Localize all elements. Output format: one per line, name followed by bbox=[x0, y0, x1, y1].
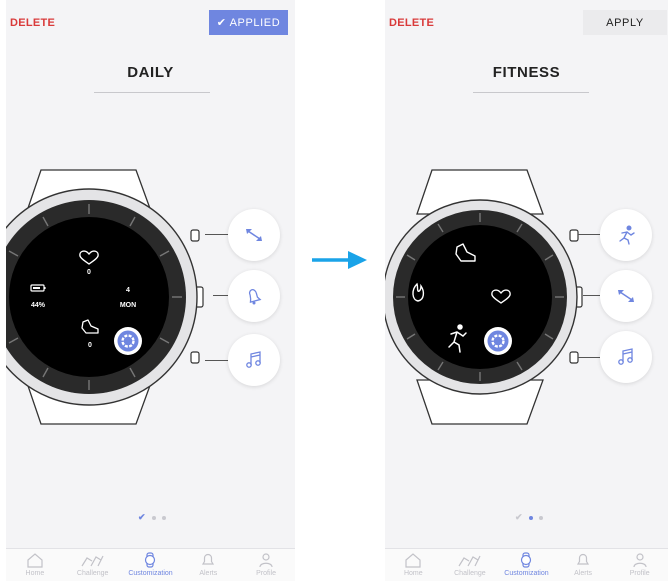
tab-profile-label: Profile bbox=[629, 570, 650, 577]
expand-arrows-icon bbox=[246, 229, 262, 241]
watchface-title: DAILY bbox=[127, 64, 174, 81]
tab-customization[interactable]: Customization bbox=[122, 549, 180, 581]
bell-icon bbox=[202, 553, 215, 565]
apply-button[interactable]: APPLY bbox=[583, 10, 667, 35]
tab-customization[interactable]: Customization bbox=[498, 549, 555, 581]
home-icon bbox=[27, 553, 43, 568]
page-indicator: ✔ bbox=[515, 512, 543, 523]
tab-customization-label: Customization bbox=[504, 570, 549, 577]
tab-home[interactable]: Home bbox=[6, 549, 64, 581]
delete-button[interactable]: DELETE bbox=[10, 17, 55, 29]
person-icon bbox=[633, 553, 647, 568]
daily-watchface-screen: DELETE ✔ APPLIED DAILY 0 44% 4 MON 0 ✔ H… bbox=[6, 0, 295, 581]
running-button[interactable] bbox=[600, 209, 652, 261]
tab-home-label: Home bbox=[25, 570, 45, 577]
music-button[interactable] bbox=[228, 334, 280, 386]
pager-check-icon: ✔ bbox=[138, 512, 146, 522]
person-icon bbox=[259, 553, 273, 568]
title-divider bbox=[473, 92, 589, 93]
pager-dot bbox=[538, 515, 543, 520]
date-day: 4 bbox=[126, 287, 130, 294]
watch-preview: 0 44% 4 MON 0 bbox=[6, 169, 204, 425]
pager-dot-active bbox=[528, 515, 533, 520]
steps-value: 0 bbox=[88, 342, 92, 349]
tab-customization-label: Customization bbox=[128, 570, 173, 577]
bottom-tab-bar: Home Challenge Customization Alerts Prof… bbox=[385, 548, 668, 581]
watch-preview bbox=[385, 169, 583, 425]
expand-arrows-icon bbox=[618, 290, 634, 302]
tab-alerts[interactable]: Alerts bbox=[555, 549, 612, 581]
home-icon bbox=[405, 553, 421, 568]
delete-button[interactable]: DELETE bbox=[389, 17, 434, 29]
page-indicator: ✔ bbox=[138, 512, 166, 523]
tab-alerts[interactable]: Alerts bbox=[179, 549, 237, 581]
tab-profile-label: Profile bbox=[256, 570, 276, 577]
alarm-bell-icon bbox=[248, 289, 262, 305]
title-divider bbox=[94, 92, 210, 93]
watch-icon bbox=[521, 552, 532, 568]
expand-arrows-button[interactable] bbox=[228, 209, 280, 261]
bell-icon bbox=[577, 553, 590, 565]
music-note-icon bbox=[246, 351, 261, 368]
applied-button[interactable]: ✔ APPLIED bbox=[209, 10, 288, 35]
music-note-icon bbox=[618, 348, 633, 365]
tab-challenge[interactable]: Challenge bbox=[64, 549, 122, 581]
runners-icon bbox=[458, 555, 481, 567]
pager-check-icon: ✔ bbox=[515, 512, 523, 522]
tab-home[interactable]: Home bbox=[385, 549, 442, 581]
expand-arrows-button[interactable] bbox=[600, 270, 652, 322]
pager-dot bbox=[161, 515, 166, 520]
tab-alerts-label: Alerts bbox=[199, 570, 218, 577]
watch-icon bbox=[145, 552, 156, 568]
tab-challenge-label: Challenge bbox=[76, 570, 109, 577]
tab-challenge-label: Challenge bbox=[454, 570, 486, 577]
pager-dot bbox=[151, 515, 156, 520]
runners-icon bbox=[81, 555, 104, 567]
music-button[interactable] bbox=[600, 331, 652, 383]
tab-profile[interactable]: Profile bbox=[237, 549, 295, 581]
fitness-watchface-screen: DELETE APPLY FITNESS ✔ Home Challenge Cu… bbox=[385, 0, 668, 581]
tab-challenge[interactable]: Challenge bbox=[442, 549, 499, 581]
battery-value: 44% bbox=[31, 302, 46, 309]
tab-profile[interactable]: Profile bbox=[611, 549, 668, 581]
running-person-icon bbox=[619, 225, 635, 245]
watchface-title: FITNESS bbox=[492, 64, 561, 81]
tab-alerts-label: Alerts bbox=[574, 570, 593, 577]
heart-rate-value: 0 bbox=[87, 269, 91, 276]
tab-home-label: Home bbox=[403, 570, 423, 577]
alarm-button[interactable] bbox=[228, 270, 280, 322]
bottom-tab-bar: Home Challenge Customization Alerts Prof… bbox=[6, 548, 295, 581]
transition-arrow-icon bbox=[312, 251, 367, 269]
date-weekday: MON bbox=[120, 302, 136, 309]
